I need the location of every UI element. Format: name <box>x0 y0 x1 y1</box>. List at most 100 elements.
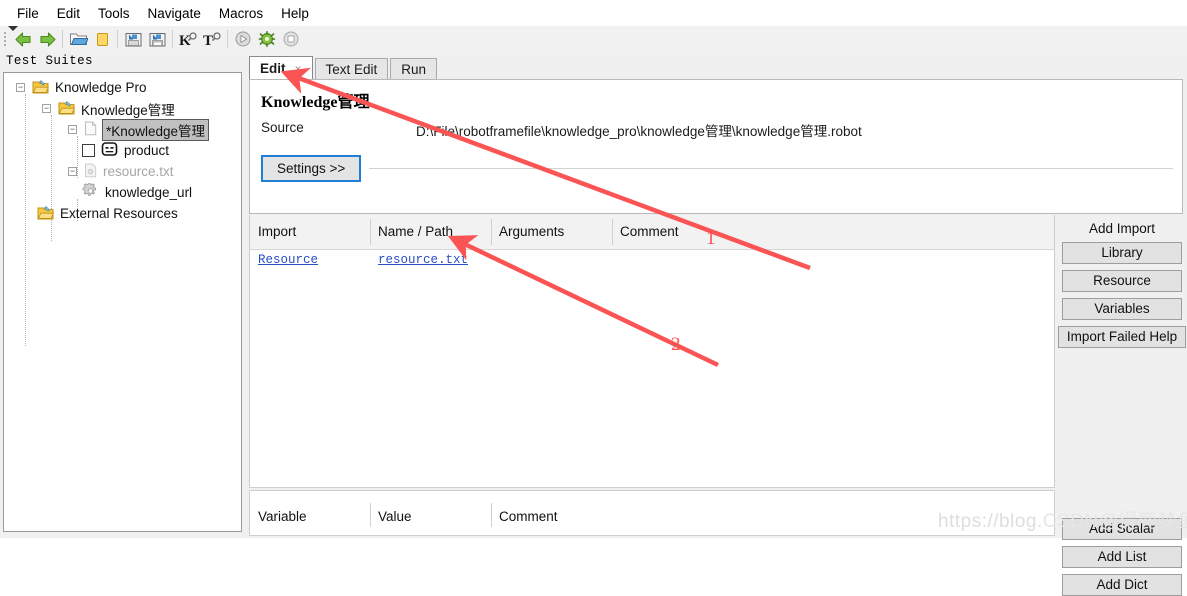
save-all-icon[interactable] <box>145 27 169 51</box>
sidebar-item-knowledge-url[interactable]: knowledge_url <box>4 182 241 203</box>
sidebar-item-label: *Knowledge管理 <box>102 118 210 141</box>
file-icon <box>84 121 97 139</box>
suite-header-card: Knowledge管理 Source D:\File\robotframefil… <box>249 79 1183 214</box>
sidebar-item-label: product <box>124 143 170 158</box>
tab-label: Run <box>401 62 427 77</box>
toolbar-separator <box>227 30 228 48</box>
add-dict-button[interactable]: Add Dict <box>1062 574 1182 596</box>
column-divider <box>491 503 492 527</box>
column-divider <box>370 503 371 527</box>
add-library-button[interactable]: Library <box>1062 242 1182 264</box>
sidebar-item-label: External Resources <box>60 206 178 221</box>
add-list-button[interactable]: Add List <box>1062 546 1182 568</box>
svg-text:T: T <box>203 33 213 48</box>
variables-table-header: Variable Value Comment <box>250 491 1054 535</box>
tab-edit[interactable]: Edit × <box>249 56 313 80</box>
menu-item-file[interactable]: File <box>8 4 48 23</box>
sidebar-item-product[interactable]: product <box>4 140 241 161</box>
annotation-label-1: 1 <box>706 228 716 249</box>
test-suites-panel: Test Suites − Knowledge Pro − Knowledge管… <box>0 52 245 538</box>
watermark: https://blog.CSDN@得鹿梦鱼 <box>938 506 1187 533</box>
stop-icon[interactable] <box>279 27 303 51</box>
column-divider <box>491 219 492 245</box>
editor-panel: Edit × Text Edit Run Knowledge管理 Source … <box>245 52 1187 596</box>
imports-table[interactable]: Import Name / Path Arguments Comment Res… <box>249 215 1055 488</box>
settings-row: Settings >> <box>261 155 1173 182</box>
sidebar-item-knowledge-pro[interactable]: − Knowledge Pro <box>4 77 241 98</box>
column-header-comment: Comment <box>499 509 558 524</box>
sidebar-item-external-resources[interactable]: External Resources <box>4 203 241 224</box>
settings-divider <box>369 168 1173 169</box>
tree-expander-icon[interactable]: − <box>16 83 25 92</box>
page-title: Knowledge管理 <box>261 94 370 111</box>
resource-icon <box>84 163 97 181</box>
menu-item-edit[interactable]: Edit <box>48 4 89 23</box>
new-file-icon[interactable] <box>90 27 114 51</box>
imports-table-header: Import Name / Path Arguments Comment <box>250 215 1054 250</box>
suite-folder-icon <box>37 205 54 223</box>
column-header-name-path: Name / Path <box>378 224 454 239</box>
variables-table[interactable]: Variable Value Comment <box>249 490 1055 536</box>
tab-label: Text Edit <box>325 62 378 77</box>
sidebar-item-label: knowledge_url <box>105 185 193 200</box>
close-icon[interactable]: × <box>295 62 302 76</box>
save-icon[interactable] <box>121 27 145 51</box>
forward-icon[interactable] <box>35 27 59 51</box>
toolbar-separator <box>117 30 118 48</box>
search-test-icon[interactable]: T <box>200 27 224 51</box>
menu-item-help[interactable]: Help <box>272 4 318 23</box>
column-header-variable: Variable <box>258 509 307 524</box>
sidebar-item-label: Knowledge Pro <box>55 80 147 95</box>
column-divider <box>612 219 613 245</box>
add-import-title: Add Import <box>1088 221 1156 236</box>
tab-run[interactable]: Run <box>390 58 438 80</box>
suite-folder-icon <box>58 100 75 118</box>
toolbar-grip[interactable] <box>2 26 18 49</box>
tab-label: Edit <box>260 61 286 76</box>
watermark-brand: CSDN <box>1042 511 1099 532</box>
column-header-arguments: Arguments <box>499 224 565 239</box>
toolbar-separator <box>62 30 63 48</box>
gear-icon <box>82 182 99 202</box>
debug-icon[interactable] <box>255 27 279 51</box>
add-resource-button[interactable]: Resource <box>1062 270 1182 292</box>
run-icon[interactable] <box>231 27 255 51</box>
tree-expander-icon[interactable]: − <box>68 125 77 134</box>
column-divider <box>370 219 371 245</box>
settings-toggle-button[interactable]: Settings >> <box>261 155 362 182</box>
open-folder-icon[interactable] <box>66 27 90 51</box>
sidebar-item-label: resource.txt <box>103 164 174 179</box>
column-header-comment: Comment <box>620 224 679 239</box>
tree-expander-icon[interactable]: − <box>42 104 51 113</box>
import-failed-help-button[interactable]: Import Failed Help <box>1058 326 1186 348</box>
menu-item-macros[interactable]: Macros <box>210 4 272 23</box>
toolbar-overflow-caret[interactable] <box>8 26 18 31</box>
column-header-import: Import <box>258 224 297 239</box>
tree-expander-icon[interactable]: − <box>68 167 77 176</box>
table-row[interactable]: Resource resource.txt <box>250 250 1054 272</box>
annotation-label-2: 2 <box>671 334 681 355</box>
search-keyword-icon[interactable]: K <box>176 27 200 51</box>
toolbar-separator <box>172 30 173 48</box>
test-suites-tree[interactable]: − Knowledge Pro − Knowledge管理 − *Knowled… <box>3 72 242 532</box>
test-case-checkbox[interactable] <box>82 144 95 157</box>
menu-item-navigate[interactable]: Navigate <box>139 4 210 23</box>
add-import-panel: Add Import Library Resource Variables Im… <box>1057 215 1187 538</box>
menu-item-tools[interactable]: Tools <box>89 4 139 23</box>
sidebar-item-knowledge-guanli-file[interactable]: − *Knowledge管理 <box>4 118 241 141</box>
add-variables-button[interactable]: Variables <box>1062 298 1182 320</box>
column-header-value: Value <box>378 509 412 524</box>
panel-title: Test Suites <box>6 54 93 68</box>
cell-name-path[interactable]: resource.txt <box>378 253 468 267</box>
sidebar-item-resource-txt[interactable]: − resource.txt <box>4 161 241 182</box>
suite-folder-icon <box>32 79 49 97</box>
menu-bar: File Edit Tools Navigate Macros Help <box>0 0 1187 26</box>
source-path-value: D:\File\robotframefile\knowledge_pro\kno… <box>416 124 862 139</box>
cell-import[interactable]: Resource <box>258 253 318 267</box>
watermark-url: https://blog. <box>938 511 1043 532</box>
tab-text-edit[interactable]: Text Edit <box>314 58 389 80</box>
sidebar-item-label: Knowledge管理 <box>81 102 175 118</box>
watermark-author: @得鹿梦鱼 <box>1098 511 1187 532</box>
sidebar-item-knowledge-guanli[interactable]: − Knowledge管理 <box>4 98 241 119</box>
toolbar: K T <box>0 26 1187 53</box>
